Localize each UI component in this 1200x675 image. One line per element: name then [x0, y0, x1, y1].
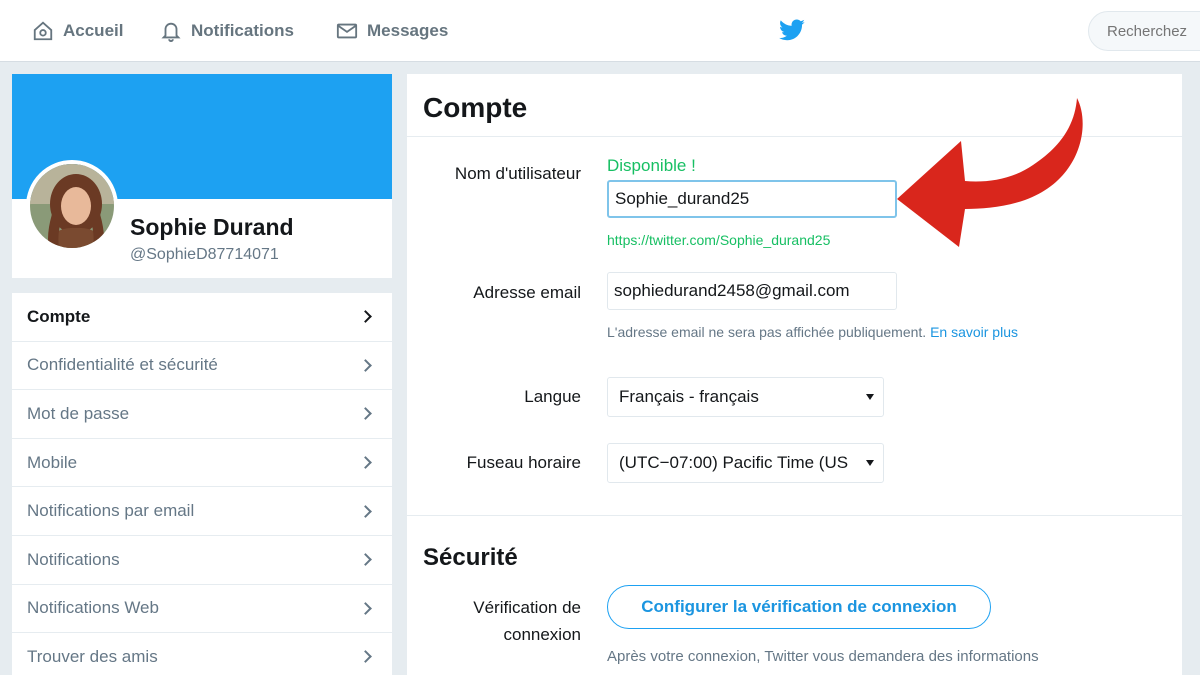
verification-label: Vérification de connexion: [473, 598, 581, 644]
verification-helper: Après votre connexion, Twitter vous dema…: [607, 648, 1039, 665]
email-helper: L'adresse email ne sera pas affichée pub…: [607, 324, 1018, 340]
username-label: Nom d'utilisateur: [454, 164, 581, 183]
chevron-right-icon: [359, 650, 372, 664]
menu-item-notifications[interactable]: Notifications: [12, 536, 392, 585]
bell-icon: [161, 22, 181, 42]
menu-item-notifications-email[interactable]: Notifications par email: [12, 487, 392, 536]
timezone-value: (UTC−07:00) Pacific Time (US: [619, 453, 849, 472]
menu-item-mot-de-passe[interactable]: Mot de passe: [12, 390, 392, 439]
menu-item-label: Mot de passe: [27, 403, 130, 423]
menu-item-mobile[interactable]: Mobile: [12, 439, 392, 488]
chevron-right-icon: [359, 359, 372, 372]
home-icon: [33, 21, 53, 41]
twitter-bird-icon[interactable]: [778, 19, 806, 43]
menu-item-notifications-web[interactable]: Notifications Web: [12, 585, 392, 634]
profile-card: Sophie Durand @SophieD87714071: [12, 74, 392, 278]
chevron-right-icon: [359, 456, 372, 469]
top-navigation-bar: Accueil Notifications Messages: [0, 0, 1200, 62]
security-title: Sécurité: [423, 544, 518, 571]
configure-verification-button[interactable]: Configurer la vérification de connexion: [607, 585, 991, 629]
divider: [407, 515, 1182, 516]
menu-item-label: Notifications: [27, 549, 120, 569]
timezone-label: Fuseau horaire: [466, 453, 581, 472]
chevron-right-icon: [359, 553, 372, 567]
chevron-right-icon: [359, 407, 372, 421]
menu-item-label: Notifications par email: [27, 501, 195, 521]
language-label: Langue: [524, 387, 581, 406]
nav-notifications[interactable]: Notifications: [160, 0, 294, 62]
profile-name[interactable]: Sophie Durand: [130, 214, 294, 241]
chevron-right-icon: [359, 310, 372, 324]
caret-down-icon: [866, 394, 874, 400]
email-label: Adresse email: [473, 283, 581, 302]
nav-messages[interactable]: Messages: [336, 0, 448, 62]
menu-item-confidentialite[interactable]: Confidentialité et sécurité: [12, 342, 392, 391]
username-url: https://twitter.com/Sophie_durand25: [607, 232, 831, 248]
menu-item-trouver-amis[interactable]: Trouver des amis: [12, 633, 392, 675]
menu-item-label: Mobile: [27, 452, 78, 472]
envelope-icon: [336, 23, 358, 39]
caret-down-icon: [866, 460, 874, 466]
username-status: Disponible !: [607, 156, 696, 175]
learn-more-link[interactable]: En savoir plus: [930, 324, 1018, 340]
annotation-arrow-icon: [897, 98, 1083, 247]
email-input[interactable]: [607, 272, 897, 310]
avatar[interactable]: [26, 160, 118, 252]
menu-item-label: Compte: [27, 306, 91, 326]
email-helper-text: L'adresse email ne sera pas affichée pub…: [607, 324, 927, 340]
menu-item-compte[interactable]: Compte: [12, 293, 392, 342]
username-input[interactable]: [607, 180, 897, 218]
menu-item-label: Confidentialité et sécurité: [27, 355, 218, 375]
menu-item-label: Notifications Web: [27, 598, 159, 618]
avatar-photo: [30, 164, 114, 248]
nav-messages-label: Messages: [367, 21, 449, 40]
language-select[interactable]: Français - français: [607, 377, 884, 417]
nav-notifications-label: Notifications: [191, 21, 294, 40]
chevron-right-icon: [359, 504, 372, 518]
profile-handle[interactable]: @SophieD87714071: [130, 246, 279, 264]
page-title: Compte: [423, 92, 528, 123]
chevron-right-icon: [359, 601, 372, 615]
nav-home[interactable]: Accueil: [32, 0, 123, 62]
menu-item-label: Trouver des amis: [27, 646, 158, 666]
timezone-select[interactable]: (UTC−07:00) Pacific Time (US: [607, 443, 884, 483]
settings-menu: Compte Confidentialité et sécurité Mot d…: [12, 293, 392, 675]
language-value: Français - français: [619, 387, 759, 406]
nav-home-label: Accueil: [63, 21, 124, 40]
search-input[interactable]: [1088, 11, 1200, 51]
